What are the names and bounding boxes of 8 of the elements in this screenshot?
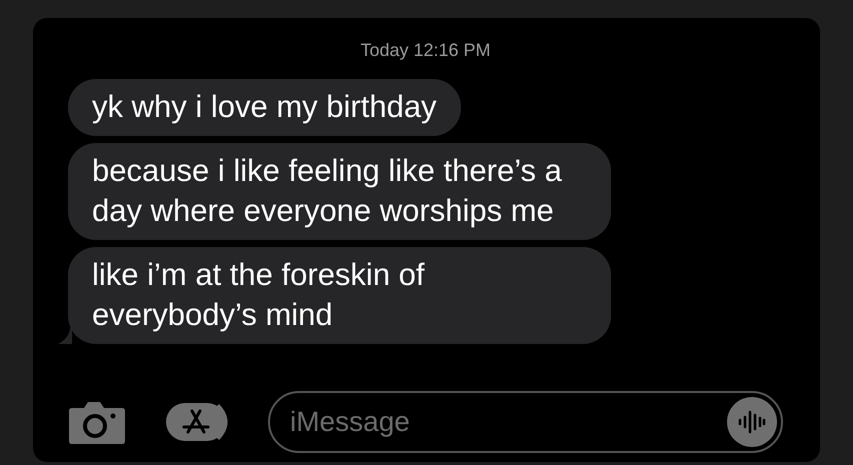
camera-icon[interactable] (68, 399, 126, 445)
message-bubble: because i like feeling like there’s a day where everyone worships me (68, 143, 611, 240)
message-field[interactable]: iMessage (268, 391, 783, 453)
message-bubble: yk why i love my birthday (68, 79, 461, 136)
audio-wave-icon[interactable] (727, 397, 777, 447)
timestamp: Today 12:16 PM (360, 40, 491, 61)
message-input[interactable]: iMessage (288, 405, 727, 439)
bubble-tail (58, 328, 72, 344)
